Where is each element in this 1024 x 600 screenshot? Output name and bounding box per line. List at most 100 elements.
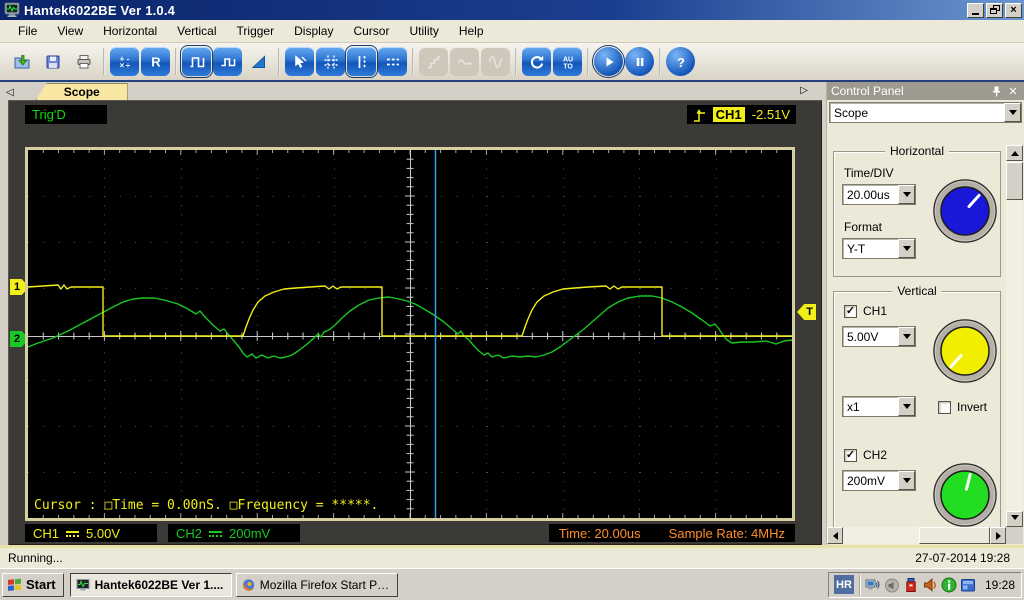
triangle-down-icon: [1010, 514, 1019, 524]
ch1-scale-select[interactable]: 5.00V: [842, 326, 916, 347]
scroll-right-button[interactable]: [990, 527, 1006, 544]
format-dropdown-button[interactable]: [898, 239, 915, 258]
menu-display[interactable]: Display: [284, 21, 343, 41]
taskbar-task-hantek-app[interactable]: Hantek6022BE Ver 1....: [69, 572, 232, 597]
close-icon: ×: [1010, 4, 1017, 16]
cursor-arrow-button[interactable]: [285, 47, 314, 76]
language-indicator[interactable]: HR: [833, 575, 854, 594]
math-function-button[interactable]: + - × ÷: [110, 47, 139, 76]
network-monitor-tray-icon[interactable]: [865, 576, 882, 593]
step-wave-button[interactable]: [419, 47, 448, 76]
tab-scroll-right-button[interactable]: ▷: [794, 85, 812, 98]
square-wave-button[interactable]: [180, 45, 213, 78]
smooth-wave-button[interactable]: [450, 47, 479, 76]
menu-file[interactable]: File: [8, 21, 47, 41]
scroll-up-button[interactable]: [1006, 145, 1023, 161]
auto-set-button[interactable]: AU TO: [553, 47, 582, 76]
title-bar: Hantek6022BE Ver 1.0.4 ×: [0, 0, 1024, 20]
svg-text:×: ×: [119, 61, 124, 70]
pin-icon[interactable]: [989, 85, 1003, 98]
horizontal-scrollbar-track[interactable]: [843, 527, 990, 544]
format-select[interactable]: Y-T: [842, 238, 916, 259]
horizontal-scrollbar[interactable]: [827, 527, 1006, 544]
trigger-level-value: -2.51V: [751, 107, 790, 122]
ch1-enable-row: ✓ CH1: [844, 304, 887, 318]
svg-text:TO: TO: [563, 63, 573, 70]
pause-acquisition-button[interactable]: [625, 47, 654, 76]
control-panel-close-icon[interactable]: ✕: [1006, 85, 1020, 98]
scope-area: ◁ Scope ▷ Trig'D CH1 -2.51V 1 2 T Cursor…: [0, 82, 826, 545]
cross-cursor-button[interactable]: [316, 47, 345, 76]
sine-wave-button[interactable]: [481, 47, 510, 76]
pulse-wave-button[interactable]: [213, 47, 242, 76]
loudspeaker-tray-icon[interactable]: [922, 576, 939, 593]
vertical-scrollbar-thumb[interactable]: [1006, 162, 1023, 200]
tab-scroll-left-button[interactable]: ◁: [0, 87, 18, 100]
cursor-readout: Cursor : □Time = 0.00nS. □Frequency = **…: [34, 498, 379, 513]
trigger-level-marker[interactable]: T: [797, 304, 816, 320]
svg-text:AU: AU: [562, 56, 572, 63]
ramp-wave-button[interactable]: [244, 47, 273, 76]
time-div-select[interactable]: 20.00us: [842, 184, 916, 205]
pause-acquisition-icon: [636, 57, 643, 66]
probe-dropdown-button[interactable]: [898, 397, 915, 416]
sine-wave-icon: [488, 55, 503, 68]
scroll-down-button[interactable]: [1006, 511, 1023, 527]
svg-text:R: R: [151, 54, 161, 69]
close-button[interactable]: ×: [1005, 2, 1022, 18]
menu-trigger[interactable]: Trigger: [227, 21, 285, 41]
menu-vertical[interactable]: Vertical: [167, 21, 226, 41]
ch2-checkbox[interactable]: ✓: [844, 448, 857, 462]
ch1-position-knob[interactable]: [932, 318, 998, 384]
time-div-dropdown-button[interactable]: [898, 185, 915, 204]
battery-tray-icon[interactable]: [903, 576, 920, 593]
ch2-position-knob[interactable]: [932, 462, 998, 528]
start-acquisition-button[interactable]: [592, 45, 625, 78]
volume-muted-tray-icon[interactable]: [884, 576, 901, 593]
ch2-scale-dropdown-button[interactable]: [898, 471, 915, 490]
menu-horizontal[interactable]: Horizontal: [93, 21, 167, 41]
ch1-scale-value: 5.00V: [847, 330, 879, 344]
ch1-scale-dropdown-button[interactable]: [898, 327, 915, 346]
trigger-status-badge: Trig'D: [25, 105, 107, 124]
start-button[interactable]: Start: [2, 572, 64, 597]
panel-mode-dropdown-button[interactable]: [1004, 103, 1021, 122]
refresh-button[interactable]: [522, 47, 551, 76]
print-button[interactable]: [69, 47, 98, 76]
info-balloon-tray-icon[interactable]: [941, 576, 958, 593]
step-wave-icon: [427, 55, 440, 68]
ch2-coupling-icon: [209, 531, 223, 539]
taskbar-task-firefox[interactable]: Mozilla Firefox Start Pag...: [235, 572, 398, 597]
scheduler-tray-icon[interactable]: [960, 576, 977, 593]
hantek-app-icon: [76, 578, 90, 590]
menu-view[interactable]: View: [47, 21, 93, 41]
ch2-scale-select[interactable]: 200mV: [842, 470, 916, 491]
probe-attenuation-select[interactable]: x1: [842, 396, 916, 417]
ch2-scale-value: 200mV: [229, 525, 271, 541]
menu-utility[interactable]: Utility: [399, 21, 448, 41]
menu-help[interactable]: Help: [449, 21, 494, 41]
restore-button[interactable]: [986, 2, 1003, 18]
reference-wave-button[interactable]: R: [141, 47, 170, 76]
windows-taskbar: Start Hantek6022BE Ver 1.... Mozilla Fire…: [0, 568, 1024, 600]
help-button[interactable]: ?: [666, 47, 695, 76]
trigger-info: CH1 -2.51V: [686, 105, 796, 124]
horizontal-knob-icon: [933, 179, 997, 243]
tab-scope[interactable]: Scope: [35, 83, 128, 100]
horizontal-cursor-button[interactable]: [378, 47, 407, 76]
vertical-cursor-button[interactable]: [345, 45, 378, 78]
ch1-checkbox[interactable]: ✓: [844, 304, 857, 318]
invert-checkbox[interactable]: [938, 400, 951, 414]
minimize-button[interactable]: [967, 2, 984, 18]
open-file-button[interactable]: [7, 47, 36, 76]
horizontal-cursor-icon: [386, 58, 399, 65]
horizontal-scrollbar-thumb[interactable]: [919, 527, 990, 544]
menu-cursor[interactable]: Cursor: [343, 21, 399, 41]
chevron-down-icon: [1008, 110, 1017, 119]
save-button[interactable]: [38, 47, 67, 76]
panel-mode-select[interactable]: Scope: [829, 102, 1022, 123]
scroll-left-button[interactable]: [827, 527, 843, 544]
horizontal-position-knob[interactable]: [932, 178, 998, 244]
ch2-vertical-knob-icon: [933, 463, 997, 527]
vertical-scrollbar[interactable]: [1006, 145, 1023, 527]
